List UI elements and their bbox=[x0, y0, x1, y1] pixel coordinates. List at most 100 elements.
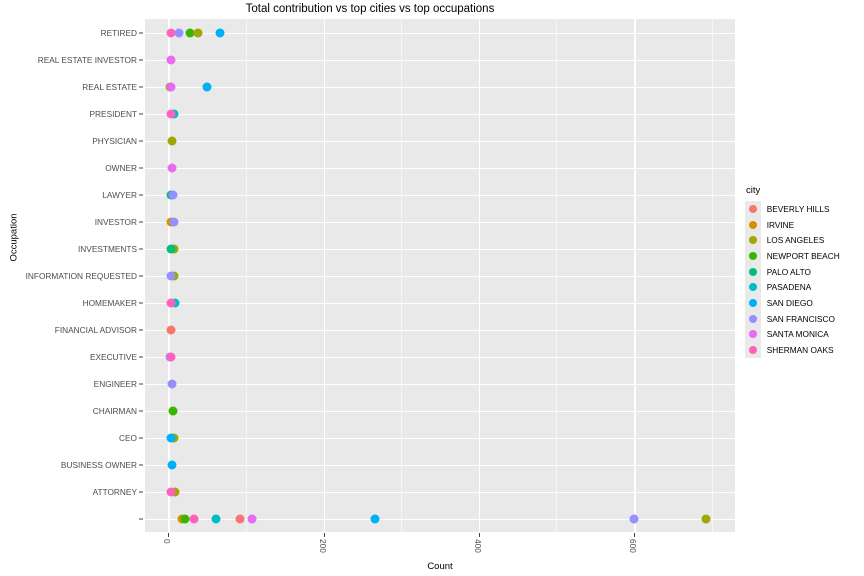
legend-dot-icon bbox=[748, 298, 757, 307]
legend-item[interactable]: BEVERLY HILLS bbox=[745, 201, 840, 217]
legend-color-key bbox=[745, 248, 761, 264]
y-axis-tick-label: HOMEMAKER bbox=[82, 297, 137, 308]
legend-dot-icon bbox=[748, 251, 757, 260]
legend-color-key bbox=[745, 216, 761, 233]
legend-item[interactable]: SANTA MONICA bbox=[745, 326, 840, 343]
y-axis-tick bbox=[139, 491, 143, 492]
x-axis-tick bbox=[634, 533, 636, 537]
gridline-horizontal bbox=[145, 248, 735, 250]
legend-item-label: NEWPORT BEACH bbox=[766, 250, 840, 261]
y-axis-tick bbox=[139, 437, 143, 438]
data-point bbox=[168, 406, 178, 415]
data-point bbox=[169, 217, 179, 226]
y-axis: RETIRED REAL ESTATE INVESTOR REAL ESTATE PR… bbox=[0, 19, 137, 532]
gridline-horizontal bbox=[145, 32, 735, 34]
legend-title: city bbox=[746, 185, 761, 196]
data-point bbox=[235, 514, 245, 523]
data-point bbox=[166, 433, 176, 442]
y-axis-tick-label: FINANCIAL ADVISOR bbox=[54, 324, 137, 335]
y-axis-tick-label: ATTORNEY bbox=[92, 486, 137, 497]
legend-items: BEVERLY HILLS IRVINE LOS ANGELES NEWPORT BE… bbox=[745, 201, 840, 358]
y-axis-tick-label: ENGINEER bbox=[93, 378, 137, 389]
x-axis-title: Count bbox=[427, 561, 453, 572]
y-axis-tick bbox=[139, 140, 143, 141]
gridline-vertical-major bbox=[478, 19, 481, 532]
y-axis-tick bbox=[139, 248, 143, 249]
gridline-vertical-minor bbox=[245, 19, 247, 532]
legend-dot-icon bbox=[748, 330, 757, 339]
legend-item[interactable]: PASADENA bbox=[745, 279, 840, 296]
y-axis-tick bbox=[139, 167, 143, 168]
gridline-horizontal bbox=[145, 437, 735, 439]
gridline-horizontal bbox=[145, 59, 735, 61]
legend-item-label: SAN FRANCISCO bbox=[766, 313, 835, 324]
y-axis-tick-label: EXECUTIVE bbox=[89, 351, 137, 362]
y-axis-tick-label: LAWYER bbox=[102, 189, 137, 200]
y-axis-tick-label: INVESTMENTS bbox=[77, 243, 137, 254]
data-point bbox=[168, 190, 178, 199]
legend-item[interactable]: LOS ANGELES bbox=[745, 232, 840, 249]
legend-dot-icon bbox=[748, 283, 757, 292]
data-point bbox=[166, 298, 176, 307]
data-point bbox=[193, 28, 203, 37]
x-axis-tick-label: 200 bbox=[317, 539, 328, 553]
legend-color-key bbox=[745, 342, 761, 358]
legend-color-key bbox=[745, 279, 761, 296]
y-axis-tick bbox=[139, 113, 143, 114]
y-axis-tick bbox=[139, 329, 143, 330]
y-axis-tick-label: PRESIDENT bbox=[89, 108, 137, 119]
legend-item-label: PALO ALTO bbox=[766, 266, 811, 277]
data-point bbox=[167, 163, 177, 172]
gridline-horizontal bbox=[145, 302, 735, 304]
y-axis-tick-label: CEO bbox=[119, 432, 137, 443]
data-point bbox=[629, 514, 639, 523]
scatter-plot-figure: Total contribution vs top cities vs top … bbox=[0, 0, 864, 576]
legend-item-label: SAN DIEGO bbox=[766, 297, 813, 308]
gridline-horizontal bbox=[145, 464, 735, 466]
legend-item[interactable]: NEWPORT BEACH bbox=[745, 248, 840, 264]
legend-color-key bbox=[745, 295, 761, 311]
legend-item[interactable]: IRVINE bbox=[745, 216, 840, 233]
legend-item[interactable]: SAN DIEGO bbox=[745, 295, 840, 311]
y-axis-tick bbox=[139, 275, 143, 276]
gridline-vertical-major bbox=[323, 19, 326, 532]
gridline-horizontal bbox=[145, 383, 735, 385]
y-axis-tick-label: BUSINESS OWNER bbox=[60, 459, 137, 470]
gridline-horizontal bbox=[145, 140, 735, 142]
y-axis-tick bbox=[139, 302, 143, 303]
y-axis-tick bbox=[139, 518, 143, 519]
gridline-horizontal bbox=[145, 86, 735, 88]
data-point bbox=[247, 514, 257, 523]
legend-item[interactable]: SHERMAN OAKS bbox=[745, 342, 840, 358]
data-point bbox=[167, 136, 177, 145]
y-axis-tick bbox=[139, 410, 143, 411]
data-point bbox=[211, 514, 221, 523]
data-point bbox=[166, 352, 176, 361]
legend-dot-icon bbox=[748, 236, 757, 245]
data-point bbox=[166, 271, 176, 280]
data-point bbox=[166, 109, 176, 118]
gridline-horizontal bbox=[145, 518, 735, 520]
gridline-horizontal bbox=[145, 194, 735, 196]
legend-item[interactable]: SAN FRANCISCO bbox=[745, 310, 840, 327]
y-axis-tick bbox=[139, 86, 143, 87]
gridline-horizontal bbox=[145, 491, 735, 493]
y-axis-tick bbox=[139, 32, 143, 33]
y-axis-tick bbox=[139, 194, 143, 195]
data-point bbox=[215, 28, 225, 37]
legend-item[interactable]: PALO ALTO bbox=[745, 263, 840, 280]
legend-item-label: SHERMAN OAKS bbox=[766, 345, 834, 356]
gridline-vertical-major bbox=[634, 19, 636, 532]
legend-item-label: BEVERLY HILLS bbox=[766, 203, 830, 214]
y-axis-tick-label: CHAIRMAN bbox=[92, 405, 137, 416]
legend-item-label: PASADENA bbox=[766, 282, 812, 293]
y-axis-tick-label: RETIRED bbox=[100, 27, 137, 38]
gridline-horizontal bbox=[145, 221, 735, 223]
gridline-horizontal bbox=[145, 356, 735, 358]
data-point bbox=[167, 379, 177, 388]
legend-item-label: IRVINE bbox=[766, 219, 795, 230]
legend-color-key bbox=[745, 310, 761, 327]
legend-dot-icon bbox=[748, 204, 757, 213]
x-axis-tick-label: 400 bbox=[472, 539, 483, 553]
x-axis-tick bbox=[168, 533, 170, 537]
